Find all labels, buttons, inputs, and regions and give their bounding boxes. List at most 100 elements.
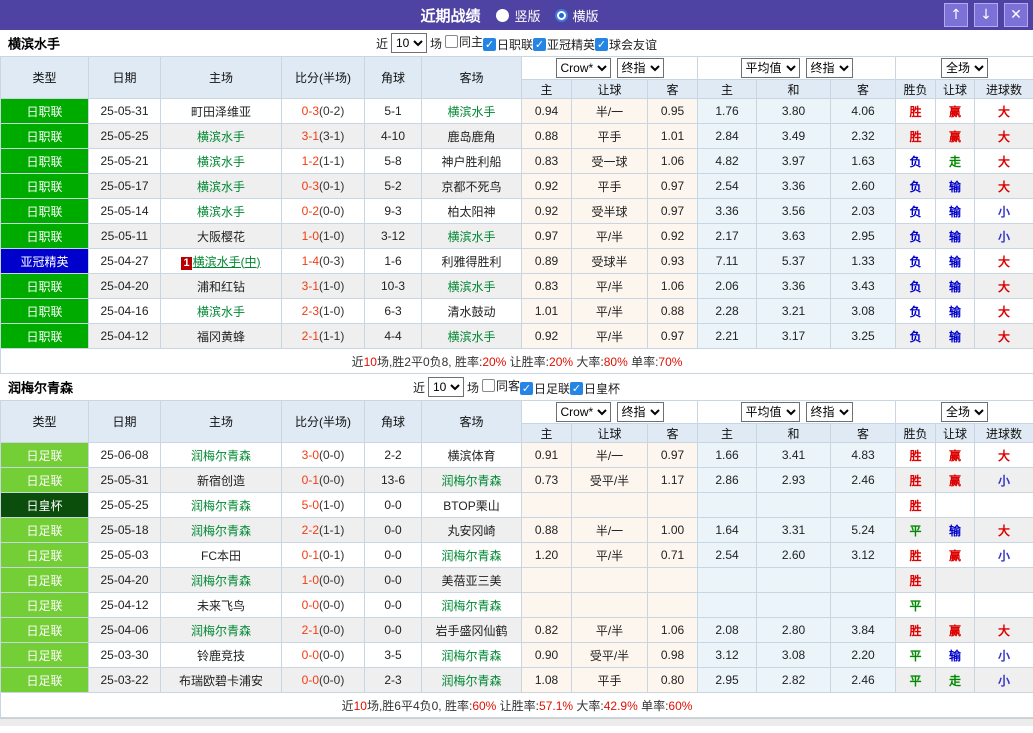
team-link[interactable]: 润梅尔青森 — [441, 549, 501, 563]
radio-horizontal[interactable]: 横版 — [554, 6, 599, 25]
handicap-line — [571, 492, 648, 518]
team-link[interactable]: 横滨水手 — [197, 155, 245, 169]
team-link: 鹿岛鹿角 — [447, 129, 496, 144]
col-avg-draw: 和 — [756, 79, 832, 99]
checkbox-icon[interactable]: ✓ — [595, 38, 609, 51]
corner-cell: 2-2 — [364, 442, 422, 468]
date-cell: 25-05-25 — [88, 123, 161, 149]
matches-label: 场 — [429, 36, 442, 51]
handicap-result-cell: 走 — [935, 667, 976, 693]
team-link[interactable]: 润梅尔青森 — [441, 674, 501, 688]
competition-type-cell: 日足联 — [0, 617, 89, 643]
team-link[interactable]: 横滨水手 — [197, 305, 245, 319]
team-link[interactable]: 润梅尔青森 — [191, 449, 251, 463]
team-link[interactable]: 润梅尔青森 — [191, 574, 251, 588]
goals-result-cell: 小 — [974, 223, 1033, 249]
checkbox-icon[interactable]: ✓ — [483, 38, 496, 51]
team-link[interactable]: 横滨水手 — [447, 230, 495, 244]
corner-cell: 2-3 — [364, 667, 422, 693]
corner-cell: 0-0 — [364, 542, 422, 568]
scope-group: 全场 — [895, 56, 1033, 80]
avg-home-odds: 2.08 — [697, 617, 758, 643]
filter-checkbox[interactable]: ✓ 日皇杯 — [570, 380, 620, 397]
away-team-cell: 横滨水手 — [421, 98, 522, 124]
team-link[interactable]: 润梅尔青森 — [191, 524, 251, 538]
scope-select[interactable]: 全场 — [941, 402, 989, 422]
handicap-result-cell: 输 — [935, 198, 976, 224]
move-up-button[interactable]: ↑ — [944, 3, 968, 27]
radio-vertical-icon[interactable] — [496, 8, 510, 22]
radio-vertical[interactable]: 竖版 — [496, 6, 541, 25]
col-away: 客场 — [421, 400, 522, 443]
crow-final-select[interactable]: 终指 — [616, 58, 664, 78]
match-count-select[interactable]: 10 — [390, 33, 427, 53]
filter-checkbox[interactable]: ✓ 亚冠精英 — [533, 36, 595, 53]
team-link[interactable]: 横滨水手 — [447, 280, 495, 294]
team-link[interactable]: 润梅尔青森 — [441, 649, 501, 663]
date-cell: 25-04-12 — [88, 323, 161, 349]
date-cell: 25-04-16 — [88, 298, 161, 324]
team-link[interactable]: 横滨水手 — [447, 330, 495, 344]
team-link[interactable]: 横滨水手 — [447, 105, 495, 119]
avg-select[interactable]: 平均值 — [740, 58, 800, 78]
bookmaker-select[interactable]: Crow* — [555, 402, 611, 422]
away-team-cell: 润梅尔青森 — [421, 592, 522, 618]
checkbox-icon[interactable]: ✓ — [533, 38, 547, 51]
away-team-cell: BTOP栗山 — [421, 492, 522, 518]
corner-cell: 10-3 — [364, 273, 422, 299]
bookmaker-select[interactable]: Crow* — [555, 58, 611, 78]
team-link[interactable]: 横滨水手 — [197, 130, 245, 144]
radio-horizontal-icon[interactable] — [554, 8, 568, 22]
team-link[interactable]: 润梅尔青森 — [441, 599, 501, 613]
handicap-result-cell: 赢 — [935, 617, 976, 643]
checkbox-icon[interactable] — [444, 35, 458, 48]
team-link[interactable]: 横滨水手 — [197, 180, 245, 194]
move-down-button[interactable]: ↓ — [974, 3, 998, 27]
checkbox-icon[interactable]: ✓ — [520, 382, 533, 395]
handicap-home-odds: 0.92 — [521, 323, 572, 349]
handicap-line — [571, 567, 648, 593]
match-row: 日足联 25-06-08 润梅尔青森 3-0(0-0) 2-2 横滨体育 0.91 半/一 0.… — [0, 442, 1033, 468]
team-link[interactable]: 润梅尔青森 — [191, 624, 251, 638]
filter-checkbox[interactable]: 同主 — [444, 33, 483, 50]
handicap-away-odds: 0.97 — [646, 323, 699, 349]
scope-select[interactable]: 全场 — [941, 58, 989, 78]
avg-away-odds: 4.83 — [830, 442, 897, 468]
corner-cell: 0-0 — [364, 592, 422, 618]
home-team-cell: 布瑞欧碧卡浦安 — [160, 667, 282, 693]
team-link: 浦和红钻 — [196, 279, 245, 294]
filter-checkbox[interactable]: ✓ 日足联 — [520, 380, 570, 397]
corner-cell: 3-12 — [364, 223, 422, 249]
avg-away-odds: 3.84 — [830, 617, 897, 643]
date-cell: 25-05-17 — [88, 173, 161, 199]
crow-final-select[interactable]: 终指 — [616, 402, 664, 422]
date-cell: 25-04-20 — [88, 273, 161, 299]
avg-final-select[interactable]: 终指 — [805, 58, 853, 78]
avg-odds-group: 平均值 终指 — [697, 56, 897, 80]
corner-cell: 9-3 — [364, 198, 422, 224]
handicap-away-odds — [646, 492, 699, 518]
avg-final-select[interactable]: 终指 — [805, 402, 853, 422]
close-button[interactable]: ✕ — [1004, 3, 1028, 27]
avg-home-odds: 2.84 — [697, 123, 758, 149]
checkbox-icon[interactable] — [481, 379, 495, 392]
team-link[interactable]: 润梅尔青森 — [441, 474, 501, 488]
checkbox-icon[interactable]: ✓ — [570, 382, 584, 395]
results-table: 类型 日期 主场 比分(半场) 角球 客场 Crow* 终指 平均值 终指 全场… — [0, 56, 1033, 374]
team-link[interactable]: 横滨水手 — [197, 205, 245, 219]
date-cell: 25-03-30 — [88, 642, 161, 668]
avg-away-odds: 5.24 — [830, 517, 897, 543]
avg-home-odds: 3.12 — [697, 642, 758, 668]
handicap-line: 半/一 — [571, 98, 648, 124]
match-count-select[interactable]: 10 — [427, 377, 464, 397]
avg-draw-odds: 2.93 — [756, 467, 832, 493]
team-link[interactable]: 润梅尔青森 — [191, 499, 251, 513]
avg-select[interactable]: 平均值 — [740, 402, 800, 422]
filter-checkbox[interactable]: ✓ 日职联 — [483, 36, 533, 53]
filter-checkbox[interactable]: ✓ 球会友谊 — [595, 36, 657, 53]
score-cell: 3-1(1-0) — [281, 273, 365, 299]
avg-away-odds: 3.08 — [830, 298, 897, 324]
col-crow-away: 客 — [646, 79, 699, 99]
team-link[interactable]: 横滨水手(中) — [193, 255, 261, 269]
filter-checkbox[interactable]: 同客 — [481, 377, 520, 394]
